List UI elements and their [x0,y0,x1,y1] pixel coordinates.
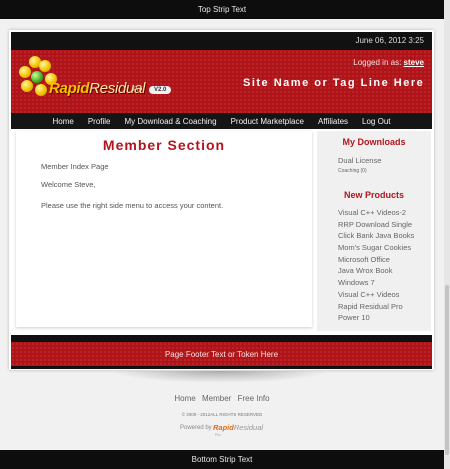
header-banner: RapidResidual Pro V2.0 Logged in as: ste… [11,50,432,113]
date-time: June 06, 2012 3:25 [355,36,424,45]
username-link[interactable]: steve [404,58,424,67]
product-item[interactable]: Visual C++ Videos [338,289,414,301]
sidebar: My Downloads Dual License Coaching (0) N… [317,131,431,331]
product-item[interactable]: Visual C++ Videos-2 [338,207,414,219]
nav-home[interactable]: Home [52,117,73,126]
bottom-strip-text: Bottom Strip Text [191,455,253,464]
product-item[interactable]: Mom's Sugar Cookies [338,242,414,254]
date-bar: June 06, 2012 3:25 [11,32,432,50]
footer-links: Home Member Free Info [0,394,444,403]
index-page-text: Member Index Page [41,162,109,171]
logo-rapid: Rapid [49,80,90,97]
downloads-list: Dual License Coaching (0) [338,155,381,175]
logo-pro: Pro [133,87,143,93]
main-nav: Home Profile My Download & Coaching Prod… [11,113,432,129]
products-list: Visual C++ Videos-2 RRP Download Single … [338,207,414,324]
product-item[interactable]: Power 10 [338,312,414,324]
instruction-text: Please use the right side menu to access… [41,201,224,210]
copyright-text: © 2009 - 2012ALL RIGHTS RESERVED [181,412,263,417]
top-strip: Top Strip Text [0,0,444,19]
content-area: Member Section Member Index Page Welcome… [11,131,432,334]
top-strip-text: Top Strip Text [197,5,247,14]
download-item-dual-license[interactable]: Dual License [338,155,381,167]
footer-link-member[interactable]: Member [202,394,231,403]
product-item[interactable]: Java Wrox Book [338,265,414,277]
scrollbar-thumb[interactable] [445,285,449,455]
powered-by-logo[interactable]: RapidResidual [213,423,263,432]
download-item-coaching[interactable]: Coaching (0) [338,167,381,175]
product-item[interactable]: RRP Download Single [338,219,414,231]
product-item[interactable]: Windows 7 [338,277,414,289]
nav-product-marketplace[interactable]: Product Marketplace [231,117,304,126]
logged-in-info: Logged in as: steve [353,58,424,67]
frame-shadow [110,371,330,383]
page-footer: Page Footer Text or Token Here [11,342,432,366]
welcome-text: Welcome Steve, [41,180,96,189]
product-item[interactable]: Rapid Residual Pro [338,301,414,313]
footer-divider-bottom [11,366,432,369]
downloads-heading: My Downloads [342,137,406,147]
footer-divider [11,335,432,342]
bottom-strip: Bottom Strip Text [0,450,444,469]
scrollbar[interactable] [444,0,450,469]
logo-version-badge: V2.0 [149,86,172,94]
page-title: Member Section [102,137,226,153]
nav-profile[interactable]: Profile [88,117,111,126]
new-products-heading: New Products [343,190,404,200]
nav-affiliates[interactable]: Affiliates [318,117,348,126]
footer-link-home[interactable]: Home [174,394,195,403]
powered-by-text: Powered by [180,425,212,431]
nav-downloads-coaching[interactable]: My Download & Coaching [125,117,217,126]
product-item[interactable]: Click Bank Java Books [338,230,414,242]
footer-link-free-info[interactable]: Free Info [238,394,270,403]
logged-in-label: Logged in as: [353,58,402,67]
powered-logo-residual: Residual [233,423,264,432]
page-frame: June 06, 2012 3:25 RapidResidual Pro V2.… [9,30,434,370]
nav-log-out[interactable]: Log Out [362,117,390,126]
footer-text: Page Footer Text or Token Here [164,349,279,359]
logo[interactable]: RapidResidual [49,80,145,97]
powered-logo-pro: Pro [215,433,221,437]
product-item[interactable]: Microsoft Office [338,254,414,266]
main-panel: Member Section Member Index Page Welcome… [16,131,312,327]
site-tagline: Site Name or Tag Line Here [243,77,425,89]
powered-logo-rapid: Rapid [213,423,234,432]
